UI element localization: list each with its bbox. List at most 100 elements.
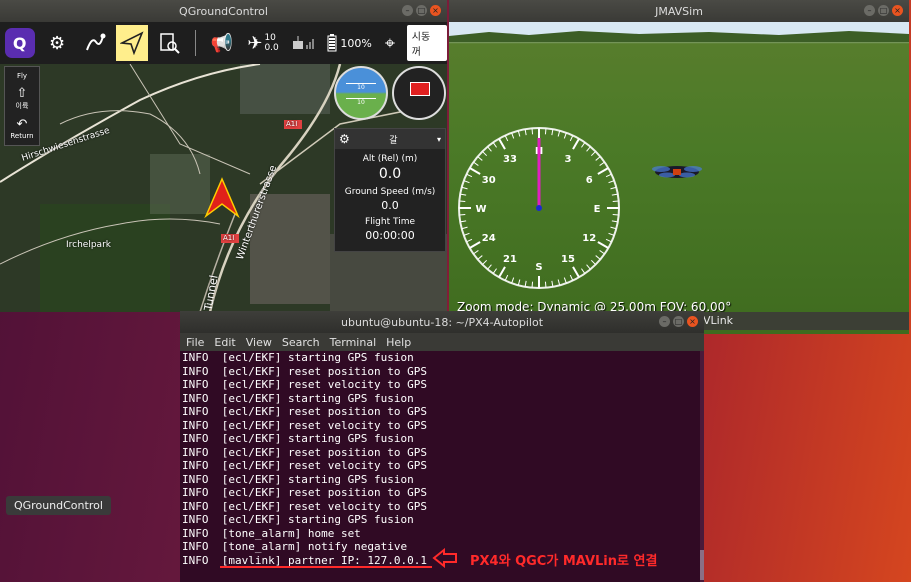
- compass-tick: [605, 238, 612, 243]
- compass-tick: [563, 132, 567, 139]
- terminal-title: ubuntu@ubuntu-18: ~/PX4-Autopilot: [340, 315, 544, 329]
- gps-sat-count: 10: [264, 33, 276, 43]
- compass-tick: [569, 274, 574, 281]
- compass-tick: [608, 232, 615, 236]
- rc-rssi-icon[interactable]: [289, 25, 320, 61]
- menu-view[interactable]: View: [246, 336, 272, 349]
- compass-tick: [612, 200, 619, 203]
- compass-tick: [459, 213, 466, 216]
- menu-file[interactable]: File: [186, 336, 204, 349]
- takeoff-icon: ⇧: [16, 86, 28, 101]
- compass-tick: [460, 220, 467, 223]
- analyze-view-icon[interactable]: [154, 25, 185, 61]
- compass-tick: [531, 128, 534, 135]
- sim-scene: N36E1215S2124W3033: [449, 22, 909, 289]
- terminal-scrollbar[interactable]: [700, 351, 704, 582]
- compass-tick: [544, 281, 547, 288]
- tool-return[interactable]: ↶ Return: [5, 114, 39, 143]
- minimize-icon[interactable]: –: [659, 316, 670, 327]
- gps-hdop: 0.0: [264, 43, 279, 53]
- qgc-dock-label[interactable]: QGroundControl: [6, 496, 111, 515]
- menu-edit[interactable]: Edit: [214, 336, 235, 349]
- terminal-line: INFO [ecl/EKF] reset position to GPS: [182, 364, 428, 378]
- gear-icon[interactable]: ⚙: [339, 132, 350, 146]
- qgc-titlebar[interactable]: QGroundControl – □ ×: [0, 0, 447, 22]
- compass-label: 33: [503, 154, 517, 165]
- fly-view-icon[interactable]: [116, 25, 148, 61]
- annotation-underline: [220, 566, 432, 568]
- close-icon[interactable]: ×: [892, 5, 903, 16]
- qgc-title: QGroundControl: [179, 4, 268, 18]
- maximize-icon[interactable]: □: [416, 5, 427, 16]
- return-icon: ↶: [16, 117, 28, 132]
- jmavsim-window: JMAVSim – □ × N36E1215S2124W3033: [449, 0, 909, 334]
- compass-tick: [492, 142, 497, 148]
- tool-fly[interactable]: Fly: [5, 69, 39, 83]
- tool-takeoff[interactable]: ⇧ 이륙: [5, 83, 39, 114]
- qgc-logo-button[interactable]: Q: [4, 25, 35, 61]
- menu-search[interactable]: Search: [282, 336, 320, 349]
- compass-tick: [517, 130, 521, 137]
- qgc-window: QGroundControl – □ × Q ⚙ 📢 ✈ 10 0.0 100%…: [0, 0, 447, 312]
- compass-tick: [504, 135, 509, 142]
- jmavsim-titlebar[interactable]: JMAVSim – □ ×: [449, 0, 909, 22]
- menu-help[interactable]: Help: [386, 336, 411, 349]
- compass-tick: [610, 186, 617, 190]
- satellite-icon: ✈: [247, 32, 263, 54]
- battery-status[interactable]: 100%: [326, 25, 373, 61]
- compass-tick: [511, 277, 515, 284]
- terminal-line: INFO [tone_alarm] home set: [182, 526, 361, 540]
- compass-tick: [487, 264, 492, 270]
- time-label: Flight Time: [364, 217, 415, 227]
- compass-tick: [463, 180, 470, 184]
- compass-tick: [469, 241, 481, 249]
- drone-model: [652, 166, 702, 178]
- minimize-icon[interactable]: –: [864, 5, 875, 16]
- compass-tick: [463, 232, 470, 236]
- compass-tick: [569, 135, 574, 142]
- terminal-output[interactable]: INFO [ecl/EKF] starting GPS fusion INFO […: [180, 351, 704, 567]
- compass-tick: [590, 259, 596, 265]
- chevron-down-icon[interactable]: ▾: [437, 135, 441, 144]
- compass-tick: [482, 259, 488, 265]
- menu-terminal[interactable]: Terminal: [330, 336, 377, 349]
- terminal-line: INFO [ecl/EKF] reset velocity to GPS: [182, 499, 428, 513]
- compass-label: E: [594, 204, 601, 215]
- plan-view-icon[interactable]: [79, 25, 110, 61]
- compass-tick: [557, 279, 561, 286]
- maximize-icon[interactable]: □: [878, 5, 889, 16]
- qgc-window-controls: – □ ×: [402, 5, 441, 16]
- terminal-window: ubuntu@ubuntu-18: ~/PX4-Autopilot – □ × …: [180, 311, 704, 582]
- flight-mode-selector[interactable]: 시동 꺼: [406, 25, 447, 61]
- values-widget[interactable]: ⚙ 갈 ▾ Alt (Rel) (m) 0.0 Ground Speed (m/…: [334, 128, 446, 252]
- compass-tick: [612, 213, 619, 216]
- scrollbar-thumb[interactable]: [700, 550, 704, 580]
- minimize-icon[interactable]: –: [402, 5, 413, 16]
- battery-percent: 100%: [340, 36, 372, 50]
- compass-tick: [461, 226, 468, 230]
- alt-value: 0.0: [378, 166, 402, 182]
- terminal-line: INFO [ecl/EKF] starting GPS fusion: [182, 513, 414, 526]
- terminal-titlebar[interactable]: ubuntu@ubuntu-18: ~/PX4-Autopilot – □ ×: [180, 311, 704, 333]
- megaphone-icon[interactable]: 📢: [206, 25, 237, 61]
- maximize-icon[interactable]: □: [673, 316, 684, 327]
- close-icon[interactable]: ×: [430, 5, 441, 16]
- battery-icon: [327, 34, 337, 52]
- compass-tick: [599, 161, 605, 166]
- gps-status[interactable]: ✈ 10 0.0: [243, 25, 282, 61]
- toolbar-divider: [195, 30, 197, 56]
- compass-tick: [586, 146, 591, 152]
- compass-tick: [498, 138, 506, 150]
- compass-tick: [544, 128, 547, 135]
- gps-target-icon[interactable]: ⌖: [379, 25, 401, 61]
- compass-tick: [504, 274, 509, 281]
- jmavsim-window-controls: – □ ×: [864, 5, 903, 16]
- speed-label: Ground Speed (m/s): [344, 187, 436, 197]
- compass-tick: [466, 173, 473, 178]
- sim-viewport[interactable]: N36E1215S2124W3033 Zoom mode: Dynamic @ …: [449, 22, 909, 334]
- vehicle-setup-icon[interactable]: ⚙: [41, 25, 72, 61]
- compass-overlay: N36E1215S2124W3033: [458, 127, 620, 289]
- compass-label: 24: [482, 233, 496, 244]
- compass-tick: [473, 250, 479, 255]
- close-icon[interactable]: ×: [687, 316, 698, 327]
